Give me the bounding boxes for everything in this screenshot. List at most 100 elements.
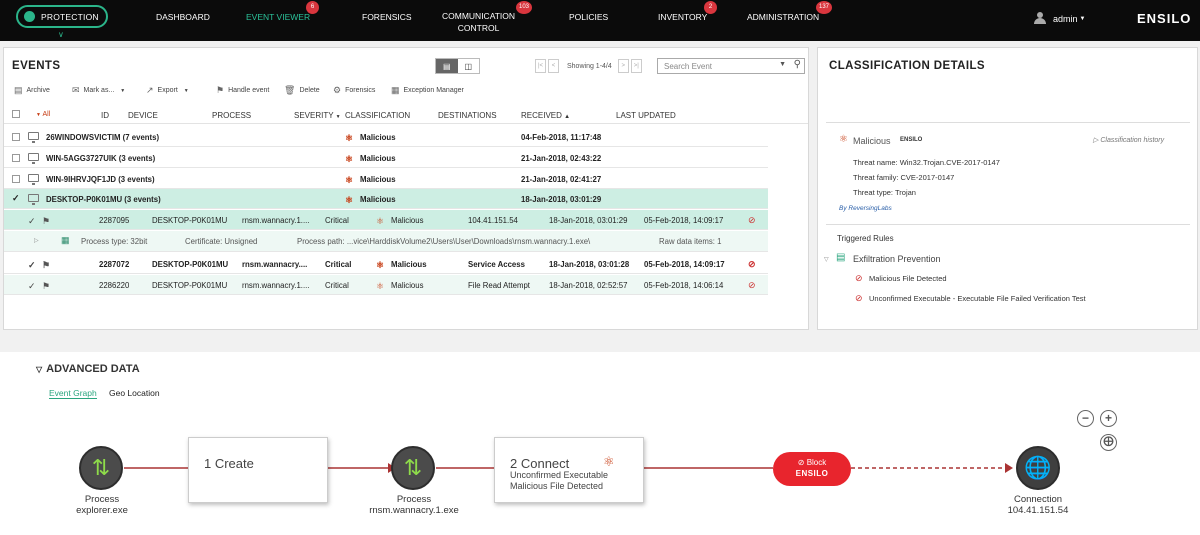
flag-icon[interactable]: ⚑: [42, 281, 50, 292]
user-menu[interactable]: admin ▼: [1034, 12, 1085, 25]
process-path: Process path: ...vice\HarddiskVolume2\Us…: [297, 237, 591, 246]
row-checkbox[interactable]: [12, 154, 20, 162]
nav-administration[interactable]: ADMINISTRATION: [747, 0, 819, 41]
showing-count: Showing 1-4/4: [567, 62, 612, 70]
col-severity[interactable]: SEVERITY ▼: [294, 111, 341, 120]
threat-family: Threat family: CVE-2017-0147: [853, 173, 955, 182]
group-row[interactable]: 26WINDOWSVICTIM (7 events) ⚛ Malicious 0…: [4, 127, 768, 147]
search-icon[interactable]: ⚲: [794, 59, 801, 70]
divider: [826, 224, 1190, 225]
sort-asc-icon: ▲: [564, 114, 571, 120]
col-received[interactable]: RECEIVED ▲: [521, 111, 570, 120]
nav-label: COMMUNICATION CONTROL: [442, 11, 516, 33]
split-view-icon[interactable]: ◫: [458, 59, 480, 73]
nav-label: POLICIES: [569, 12, 609, 22]
col-process[interactable]: PROCESS: [212, 111, 251, 120]
nav-event-viewer[interactable]: EVENT VIEWER: [246, 0, 310, 41]
zoom-out-icon[interactable]: −: [1077, 410, 1094, 427]
communication-badge: 103: [516, 1, 532, 14]
nav-inventory[interactable]: INVENTORY: [658, 0, 707, 41]
received-label: RECEIVED: [521, 111, 562, 120]
blocked-icon: ⊘: [855, 273, 863, 283]
last-page-icon[interactable]: >|: [630, 59, 642, 73]
nav-communication-control[interactable]: COMMUNICATION CONTROL: [442, 0, 515, 41]
event-destination: File Read Attempt: [468, 281, 530, 290]
archive-icon: ▤: [14, 85, 23, 95]
collapse-icon[interactable]: ▽: [824, 256, 829, 263]
process-node-wannacry[interactable]: ⇅: [391, 446, 435, 490]
toolbar-label: Delete: [299, 87, 320, 94]
event-row[interactable]: ✓ ⚑ 2287072 DESKTOP-P0K01MU rnsm.wannacry…: [4, 254, 768, 274]
event-destination: Service Access: [468, 260, 525, 269]
expand-icon[interactable]: ▷: [34, 237, 39, 244]
export-icon: ↗: [146, 85, 154, 95]
delete-button[interactable]: 🗑 Delete: [284, 85, 320, 96]
fit-to-screen-icon[interactable]: ⨁: [1100, 434, 1117, 451]
nav-dashboard[interactable]: DASHBOARD: [156, 0, 210, 41]
top-navbar: PROTECTION ∨ DASHBOARD EVENT VIEWER 6 FO…: [0, 0, 1200, 41]
nav-label: ADMINISTRATION: [747, 12, 820, 22]
mark-as-button[interactable]: ✉ Mark as... ▼: [72, 85, 125, 96]
events-title: EVENTS: [12, 60, 61, 72]
malicious-icon: ⚛: [345, 175, 354, 185]
node-name: rnsm.wannacry.1.exe: [369, 505, 459, 516]
col-last-updated[interactable]: LAST UPDATED: [616, 111, 676, 120]
search-caret-icon[interactable]: ▼: [779, 61, 786, 68]
checkmark-icon: ✓: [28, 216, 36, 226]
brand-logo: ENSILO: [1137, 11, 1192, 26]
forensics-button[interactable]: ⚙ Forensics: [333, 85, 375, 96]
handle-event-button[interactable]: ⚑ Handle event: [216, 85, 269, 96]
first-page-icon[interactable]: |<: [535, 59, 546, 73]
step-create-box[interactable]: 1 Create: [188, 437, 328, 503]
block-badge[interactable]: ⊘ Block ENSILO: [773, 452, 851, 486]
divider: [826, 122, 1190, 123]
exception-manager-button[interactable]: ▦ Exception Manager: [391, 85, 464, 96]
process-node-explorer[interactable]: ⇅: [79, 446, 123, 490]
group-name: WIN-9IHRVJQF1JD (3 events): [46, 175, 155, 184]
flag-icon[interactable]: ⚑: [42, 260, 50, 271]
event-process: rnsm.wannacry.1....: [242, 281, 310, 290]
verdict: Malicious: [853, 136, 891, 146]
select-all-checkbox[interactable]: [12, 110, 20, 118]
classification-history-link[interactable]: ▷ Classification history: [1093, 136, 1164, 144]
row-checkbox[interactable]: [12, 175, 20, 183]
threat-name: Threat name: Win32.Trojan.CVE-2017-0147: [853, 158, 1000, 167]
username: admin: [1053, 13, 1078, 24]
search-placeholder: Search Event: [664, 62, 713, 71]
event-row[interactable]: ✓ ⚑ 2286220 DESKTOP-P0K01MU rnsm.wannacry…: [4, 275, 768, 295]
chevron-down-icon[interactable]: ∨: [58, 30, 64, 39]
export-button[interactable]: ↗ Export ▼: [146, 85, 189, 96]
archive-button[interactable]: ▤ Archive: [14, 85, 50, 96]
toolbar-label: Forensics: [345, 87, 376, 94]
event-classification: Malicious: [391, 260, 427, 269]
flag-icon[interactable]: ⚑: [42, 216, 50, 227]
next-page-icon[interactable]: >: [617, 59, 629, 73]
reversinglabs-link[interactable]: By ReversingLabs: [839, 205, 892, 212]
nav-forensics[interactable]: FORENSICS: [362, 0, 412, 41]
group-row[interactable]: WIN-5AGG3727UIK (3 events) ⚛ Malicious 2…: [4, 148, 768, 168]
forensics-icon: ⚙: [333, 85, 342, 95]
row-checkbox[interactable]: [12, 133, 20, 141]
zoom-in-icon[interactable]: +: [1100, 410, 1117, 427]
col-id[interactable]: ID: [101, 111, 109, 120]
group-row[interactable]: WIN-9IHRVJQF1JD (3 events) ⚛ Malicious 2…: [4, 169, 768, 189]
prev-page-icon[interactable]: <: [548, 59, 559, 73]
search-input[interactable]: Search Event ▼ ⚲: [657, 58, 805, 74]
user-icon: [1034, 12, 1046, 25]
threat-type: Threat type: Trojan: [853, 188, 916, 197]
col-device[interactable]: DEVICE: [128, 111, 158, 120]
connection-node[interactable]: 🌐: [1016, 446, 1060, 490]
toolbar-label: Handle event: [228, 87, 270, 94]
col-destinations[interactable]: DESTINATIONS: [438, 111, 497, 120]
col-classification[interactable]: CLASSIFICATION: [345, 111, 410, 120]
group-row-selected[interactable]: ✓ DESKTOP-P0K01MU (3 events) ⚛ Malicious…: [4, 189, 768, 209]
nav-policies[interactable]: POLICIES: [569, 0, 608, 41]
list-view-icon[interactable]: ▤: [436, 59, 458, 73]
classification-panel: CLASSIFICATION DETAILS ⚛ Malicious ENSIL…: [817, 47, 1198, 330]
step-connect-box[interactable]: 2 Connect ⚛ Unconfirmed Executable Malici…: [494, 437, 644, 503]
filter-all[interactable]: ▼ All: [36, 111, 50, 118]
event-row-selected[interactable]: ✓ ⚑ 2287095 DESKTOP-P0K01MU rnsm.wannacry…: [4, 210, 768, 230]
event-received: 18-Jan-2018, 02:52:57: [549, 281, 628, 290]
classification-value: Malicious: [360, 175, 396, 184]
protection-button[interactable]: PROTECTION: [16, 5, 108, 28]
